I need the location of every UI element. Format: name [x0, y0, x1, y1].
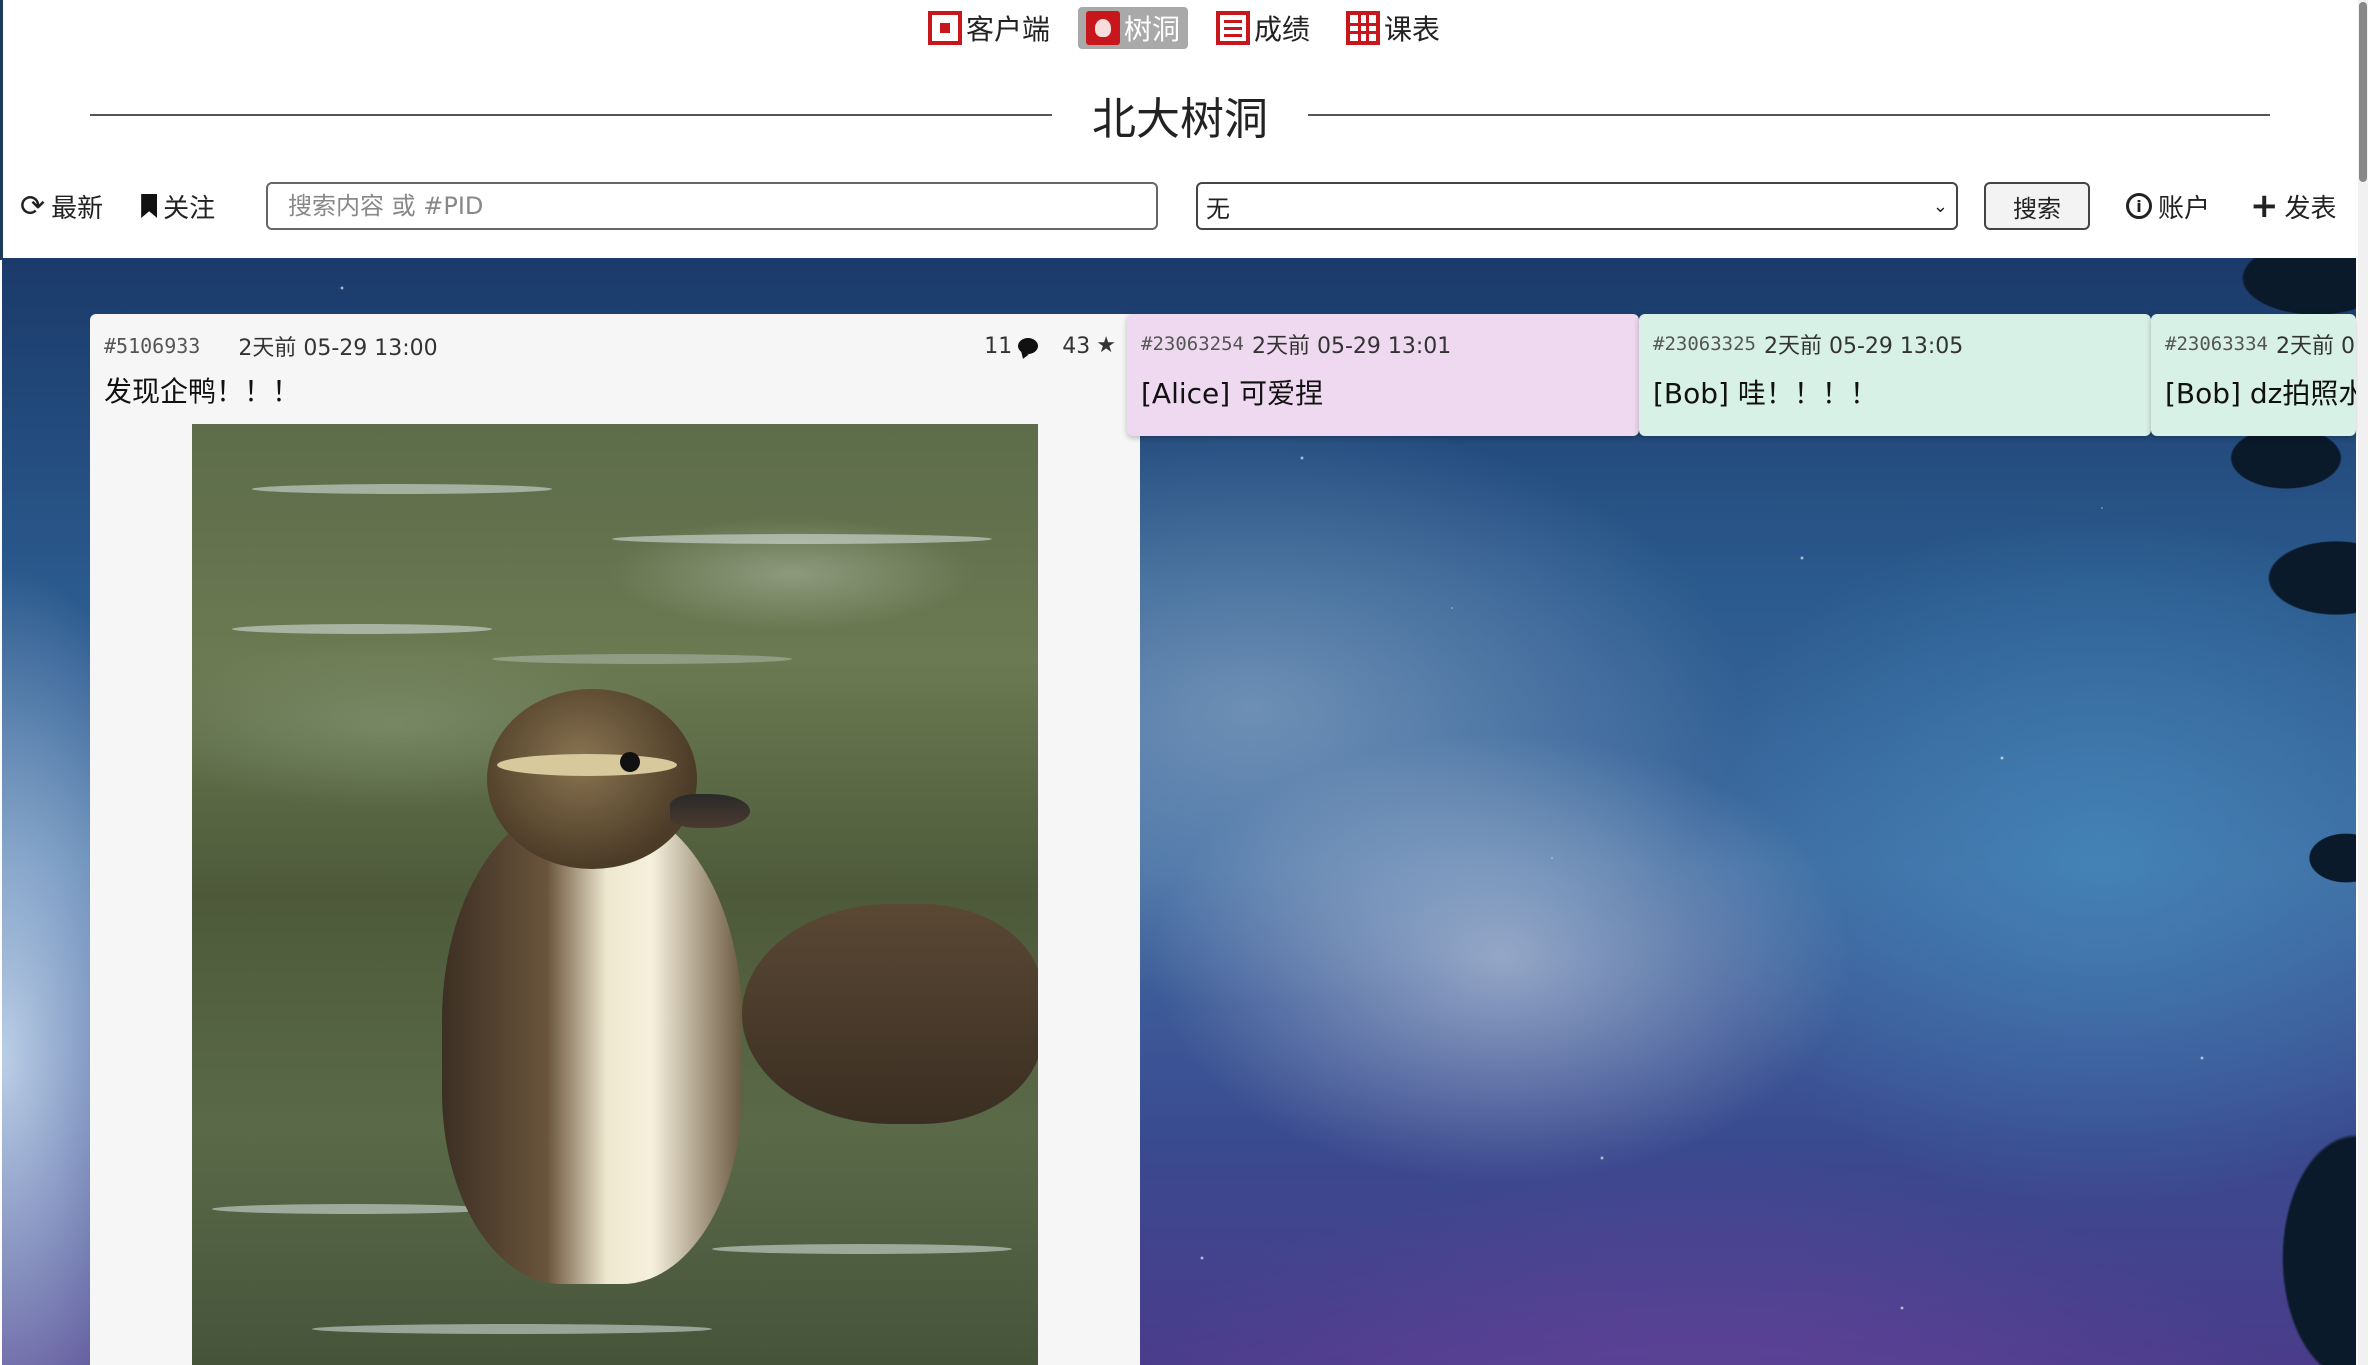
search-button[interactable]: 搜索 [1984, 182, 2090, 230]
refresh-button[interactable]: ⟳ 最新 [20, 188, 103, 225]
new-post-button[interactable]: + 发表 [2250, 186, 2337, 226]
post-pid: #5106933 [104, 334, 201, 358]
water-ripple [312, 1324, 712, 1334]
bookmark-icon [141, 194, 158, 218]
filter-select[interactable]: 无 ⌄ [1196, 182, 1958, 230]
reply-time: 2天前 05-29 13:05 [1763, 334, 1964, 359]
duckling-eye [620, 752, 640, 772]
nav-grades[interactable]: 成绩 [1208, 7, 1318, 49]
reply-count: 11 [984, 333, 1039, 359]
reply-time: 2天前 0 [2275, 334, 2355, 359]
new-post-label: 发表 [2284, 193, 2337, 224]
toolbar: ⟳ 最新 关注 无 ⌄ 搜索 i 账户 + 发表 [20, 180, 2350, 232]
post-counts: 11 43 ★ [984, 334, 1116, 359]
post-card[interactable]: #5106933 2天前 05-29 13:00 11 43 ★ 发现企鸭！！！ [90, 314, 1140, 1365]
water-ripple [492, 654, 792, 664]
refresh-label: 最新 [51, 193, 104, 224]
nav-timetable[interactable]: 课表 [1338, 7, 1448, 49]
reply-text: [Bob] dz拍照水 [2165, 377, 2356, 410]
water-ripple [232, 624, 492, 634]
account-label: 账户 [2158, 193, 2211, 224]
reply-pid: #23063325 [1653, 333, 1756, 355]
duckling-body [442, 804, 742, 1284]
water-ripple [712, 1244, 1012, 1254]
page-title-row: 北大树洞 [90, 82, 2270, 148]
nav-treehole-label: 树洞 [1123, 13, 1180, 46]
duckling-back [742, 904, 1038, 1124]
top-nav: 客户端 树洞 成绩 课表 [0, 6, 2368, 50]
grade-icon [1216, 11, 1250, 45]
comment-icon [1018, 338, 1039, 354]
title-divider-left [90, 114, 1052, 116]
page-title: 北大树洞 [1092, 94, 1268, 145]
nav-treehole[interactable]: 树洞 [1077, 7, 1188, 49]
refresh-icon: ⟳ [20, 188, 46, 224]
reply-meta: #23063325 2天前 05-29 13:05 [1653, 328, 1963, 360]
nav-client[interactable]: 客户端 [920, 7, 1058, 49]
qr-code-icon [927, 11, 962, 45]
reply-card[interactable]: #23063334 2天前 0 [Bob] dz拍照水 [2151, 314, 2356, 436]
reply-card[interactable]: #23063325 2天前 05-29 13:05 [Bob] 哇！！！！ [1639, 314, 2151, 436]
post-meta: #5106933 2天前 05-29 13:00 11 43 ★ [104, 328, 1116, 364]
nav-client-label: 客户端 [965, 13, 1050, 46]
star-count-value: 43 [1062, 333, 1091, 359]
follow-label: 关注 [163, 193, 216, 224]
follow-button[interactable]: 关注 [141, 188, 215, 225]
search-input[interactable] [266, 182, 1158, 230]
duckling-beak [670, 794, 750, 828]
treehole-icon [1085, 11, 1120, 45]
nav-timetable-label: 课表 [1384, 13, 1441, 46]
star-count[interactable]: 43 ★ [1062, 334, 1116, 359]
info-icon: i [2126, 193, 2152, 219]
reply-text: [Alice] 可爱捏 [1141, 377, 1324, 410]
water-ripple [252, 484, 552, 494]
timetable-icon [1346, 11, 1381, 45]
title-divider-right [1308, 114, 2270, 116]
reply-count-value: 11 [984, 333, 1013, 359]
reply-text: [Bob] 哇！！！！ [1653, 377, 1878, 410]
reply-meta: #23063254 2天前 05-29 13:01 [1141, 328, 1451, 360]
post-text: 发现企鸭！！！ [104, 375, 301, 408]
post-image[interactable] [192, 424, 1038, 1365]
nav-grades-label: 成绩 [1254, 13, 1311, 46]
duckling-face-stripe [497, 754, 677, 776]
water-ripple [612, 534, 992, 544]
reply-card[interactable]: #23063254 2天前 05-29 13:01 [Alice] 可爱捏 [1127, 314, 1639, 436]
scrollbar-thumb[interactable] [2359, 2, 2367, 182]
reply-time: 2天前 05-29 13:01 [1251, 334, 1452, 359]
star-icon: ★ [1096, 333, 1116, 358]
plus-icon: + [2250, 186, 2279, 226]
page-scrollbar[interactable] [2358, 0, 2368, 1365]
filter-select-value: 无 [1206, 194, 1230, 223]
duckling-head [487, 689, 697, 869]
water-ripple [212, 1204, 492, 1214]
reply-pid: #23063334 [2165, 333, 2268, 355]
post-time: 2天前 05-29 13:00 [238, 336, 438, 361]
chevron-down-icon: ⌄ [1932, 195, 1948, 217]
reply-meta: #23063334 2天前 0 [2165, 328, 2355, 360]
account-button[interactable]: i 账户 [2126, 188, 2210, 225]
reply-pid: #23063254 [1141, 333, 1244, 355]
